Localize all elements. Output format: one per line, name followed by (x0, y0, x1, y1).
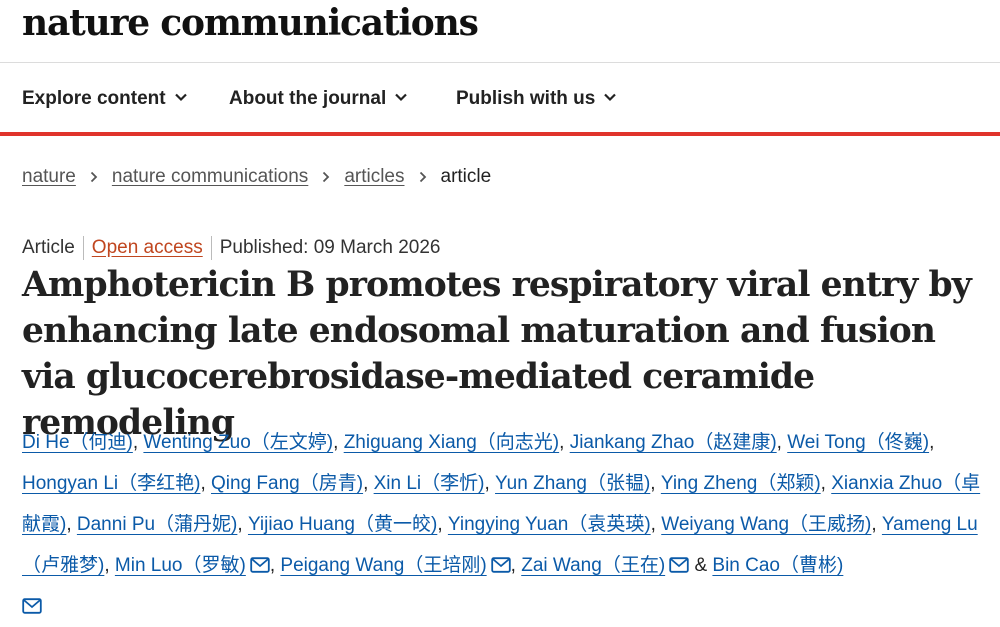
author-link[interactable]: Zai Wang（王在) (521, 555, 665, 576)
author-link[interactable]: Peigang Wang（王培刚) (280, 555, 486, 576)
author-item: Wei Tong（佟巍) (787, 432, 929, 453)
open-access-link[interactable]: Open access (92, 237, 203, 259)
nav-about-journal[interactable]: About the journal (229, 88, 408, 110)
author-item: Ying Zheng（郑颖) (661, 473, 821, 494)
nav-about-journal-label: About the journal (229, 88, 387, 109)
breadcrumb-current: article (440, 166, 492, 187)
author-item: Jiankang Zhao（赵建康) (570, 432, 777, 453)
chevron-right-icon (417, 171, 429, 183)
nav-explore-content[interactable]: Explore content (22, 88, 188, 110)
author-item: Yingying Yuan（袁英瑛) (448, 514, 651, 535)
author-link[interactable]: Yingying Yuan（袁英瑛) (448, 514, 651, 535)
nav-explore-content-label: Explore content (22, 88, 166, 109)
author-item: Hongyan Li（李红艳) (22, 473, 200, 494)
author-item: Min Luo（罗敏) (115, 555, 270, 576)
breadcrumb-nature[interactable]: nature (22, 166, 76, 188)
author-link[interactable]: Qing Fang（房青) (211, 473, 363, 494)
article-type: Article (22, 237, 75, 258)
author-link[interactable]: Zhiguang Xiang（向志光) (344, 432, 559, 453)
author-link[interactable]: Wenting Zuo（左文婷) (143, 432, 333, 453)
meta-divider (210, 236, 212, 260)
author-link[interactable]: Yun Zhang（张韫) (495, 473, 650, 494)
mail-icon[interactable] (250, 557, 270, 573)
breadcrumb-nature-communications[interactable]: nature communications (112, 166, 308, 188)
author-link[interactable]: Min Luo（罗敏) (115, 555, 246, 576)
published-date: Published: 09 March 2026 (219, 237, 441, 258)
author-item: Di He（何迪) (22, 432, 133, 453)
article-title: Amphotericin B promotes respiratory vira… (22, 265, 972, 443)
author-item: Zhiguang Xiang（向志光) (344, 432, 559, 453)
breadcrumb-articles[interactable]: articles (344, 166, 404, 188)
author-item: Peigang Wang（王培刚) (280, 555, 511, 576)
chevron-down-icon (603, 88, 617, 110)
chevron-down-icon (174, 88, 188, 110)
author-item: Yijiao Huang（黄一皎) (248, 514, 437, 535)
author-item: Xin Li（李忻) (374, 473, 485, 494)
author-item: Wenting Zuo（左文婷) (143, 432, 333, 453)
article-meta: Article Open access Published: 09 March … (22, 236, 440, 260)
author-item: Bin Cao（曹彬) (712, 555, 843, 576)
chevron-down-icon (394, 88, 408, 110)
meta-divider (82, 236, 84, 260)
main-nav: Explore content About the journal Publis… (0, 66, 1000, 132)
author-link[interactable]: Bin Cao（曹彬) (712, 555, 843, 576)
author-list: Di He（何迪), Wenting Zuo（左文婷), Zhiguang Xi… (22, 422, 987, 627)
mail-icon[interactable] (490, 557, 511, 573)
author-item: Weiyang Wang（王威扬) (661, 514, 871, 535)
author-ampersand: & (694, 555, 708, 576)
author-link[interactable]: Xin Li（李忻) (374, 473, 485, 494)
author-link[interactable]: Danni Pu（蒲丹妮) (77, 514, 238, 535)
author-link[interactable]: Wei Tong（佟巍) (787, 432, 929, 453)
header-accent-bar (0, 132, 1000, 136)
author-link[interactable]: Di He（何迪) (22, 432, 133, 453)
chevron-right-icon (320, 171, 332, 183)
nav-publish-with-us[interactable]: Publish with us (456, 88, 617, 110)
author-link[interactable]: Ying Zheng（郑颖) (661, 473, 821, 494)
author-link[interactable]: Jiankang Zhao（赵建康) (570, 432, 777, 453)
chevron-right-icon (88, 171, 100, 183)
breadcrumb: nature nature communications articles ar… (22, 166, 491, 188)
author-link[interactable]: Weiyang Wang（王威扬) (661, 514, 871, 535)
author-link[interactable]: Yijiao Huang（黄一皎) (248, 514, 437, 535)
author-item: Zai Wang（王在) (521, 555, 689, 576)
journal-logo[interactable]: nature communications (22, 2, 479, 44)
author-link[interactable]: Hongyan Li（李红艳) (22, 473, 200, 494)
author-item: Danni Pu（蒲丹妮) (77, 514, 238, 535)
mail-icon[interactable] (669, 557, 689, 573)
author-item: Qing Fang（房青) (211, 473, 363, 494)
nav-publish-with-us-label: Publish with us (456, 88, 596, 109)
site-header: nature communications (0, 0, 1000, 63)
author-item: Yun Zhang（张韫) (495, 473, 650, 494)
